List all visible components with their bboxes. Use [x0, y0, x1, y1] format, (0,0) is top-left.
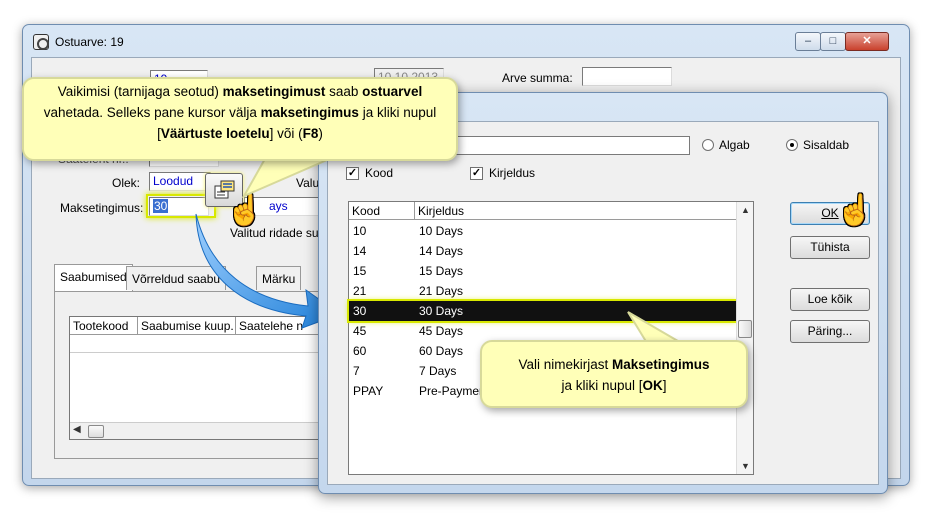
maximize-button[interactable]: □ [820, 32, 846, 51]
list-header-desc[interactable]: Kirjeldus [415, 202, 737, 220]
list-item-desc: 45 Days [419, 324, 464, 338]
scroll-thumb[interactable] [738, 320, 752, 338]
list-item-code: 15 [353, 264, 367, 278]
radio-contains-label: Sisaldab [803, 138, 850, 152]
scroll-left-icon[interactable]: ◀ [73, 424, 81, 435]
vertical-scrollbar[interactable]: ▲ ▼ [736, 202, 753, 474]
list-item-code: 10 [353, 224, 367, 238]
radio-contains[interactable]: Sisaldab [786, 138, 849, 152]
checkbox-kirjeldus-box[interactable]: ✓ [470, 166, 483, 180]
load-all-button[interactable]: Loe kõik [790, 288, 870, 311]
hand-cursor-icon: ☝ [836, 194, 874, 227]
close-button[interactable]: ✕ [845, 32, 889, 51]
list-item-code: 14 [353, 244, 367, 258]
query-button[interactable]: Päring... [790, 320, 870, 343]
list-item-code: PPAY [353, 384, 384, 398]
callout1-text: vahetada. Selleks pane kursor välja [43, 105, 261, 120]
radio-starts-with-dot[interactable] [702, 139, 714, 151]
list-item-desc: 7 Days [419, 364, 457, 378]
list-item-desc: Pre-Payment [419, 384, 490, 398]
list-item-code: 45 [353, 324, 367, 338]
title-bar: Ostuarve: 19 – □ ✕ [23, 25, 909, 57]
list-item-desc: 60 Days [419, 344, 464, 358]
invoice-sum-field[interactable] [582, 67, 672, 86]
callout1-bold: maksetingimust [222, 84, 326, 99]
list-item-code: 30 [353, 304, 367, 318]
checkbox-kirjeldus-label: Kirjeldus [489, 166, 536, 180]
dialog-client-area: Algab Sisaldab ✓ Kood ✓ Kirjeldus Kood K… [327, 121, 879, 485]
list-item-desc: 14 Days [419, 244, 464, 258]
minimize-button[interactable]: – [795, 32, 821, 51]
scroll-down-icon[interactable]: ▼ [741, 461, 750, 471]
list-header: Kood Kirjeldus [349, 202, 737, 220]
callout2-text: Vali nimekirjast [518, 357, 612, 372]
callout1-bold: maksetingimus [260, 105, 359, 120]
callout-instruction-2: Vali nimekirjast Maksetingimus ja kliki … [480, 340, 748, 408]
grid-col-tootekood[interactable]: Tootekood [70, 317, 138, 334]
horizontal-scrollbar[interactable]: ◀ [70, 422, 352, 439]
callout-instruction-1: Vaikimisi (tarnijaga seotud) maksetingim… [22, 77, 458, 161]
callout2-text: ja kliki nupul [ [561, 378, 643, 393]
list-item[interactable]: 14 14 Days [349, 241, 737, 261]
callout1-bold: ostuarvel [362, 84, 423, 99]
cancel-button[interactable]: Tühista [790, 236, 870, 259]
list-item-desc: 30 Days [419, 304, 464, 318]
list-item[interactable]: 21 21 Days [349, 281, 737, 301]
callout1-bold: F8 [302, 126, 319, 141]
list-item-code: 7 [353, 364, 360, 378]
list-header-code[interactable]: Kood [349, 202, 415, 220]
list-item[interactable]: 10 10 Days [349, 221, 737, 241]
list-item[interactable]: 15 15 Days [349, 261, 737, 281]
list-item-desc: 21 Days [419, 284, 464, 298]
callout2-text: ] [662, 378, 667, 393]
callout1-text: ) [318, 126, 323, 141]
callout2-bold: Maksetingimus [612, 357, 710, 372]
list-item-desc: 10 Days [419, 224, 464, 238]
olek-label: Olek: [112, 176, 141, 190]
list-item-code: 21 [353, 284, 367, 298]
list-item-desc: 15 Days [419, 264, 464, 278]
radio-starts-with[interactable]: Algab [702, 138, 750, 152]
scroll-up-icon[interactable]: ▲ [741, 205, 750, 215]
callout1-text: ] või ( [269, 126, 303, 141]
app-icon [33, 34, 49, 50]
scroll-thumb[interactable] [88, 425, 104, 438]
callout1-text: saab [325, 84, 363, 99]
radio-contains-dot[interactable] [786, 139, 798, 151]
maksetingimus-label: Maksetingimus: [60, 201, 144, 215]
radio-starts-with-label: Algab [719, 138, 750, 152]
callout2-bold: OK [642, 378, 663, 393]
list-item-code: 60 [353, 344, 367, 358]
window-title: Ostuarve: 19 [55, 35, 124, 49]
table-row[interactable] [70, 335, 352, 353]
arrivals-grid[interactable]: Tootekood Saabumise kuup. Saatelehe n ◀ [69, 316, 352, 440]
olek-field[interactable]: Loodud [149, 172, 211, 191]
tab-saabumised[interactable]: Saabumised [54, 264, 133, 291]
callout1-text: Vaikimisi (tarnijaga seotud) [57, 84, 223, 99]
invoice-sum-label: Arve summa: [502, 71, 573, 85]
callout1-bold: Väärtuste loetelu [160, 126, 270, 141]
checkbox-kirjeldus[interactable]: ✓ Kirjeldus [470, 166, 535, 180]
